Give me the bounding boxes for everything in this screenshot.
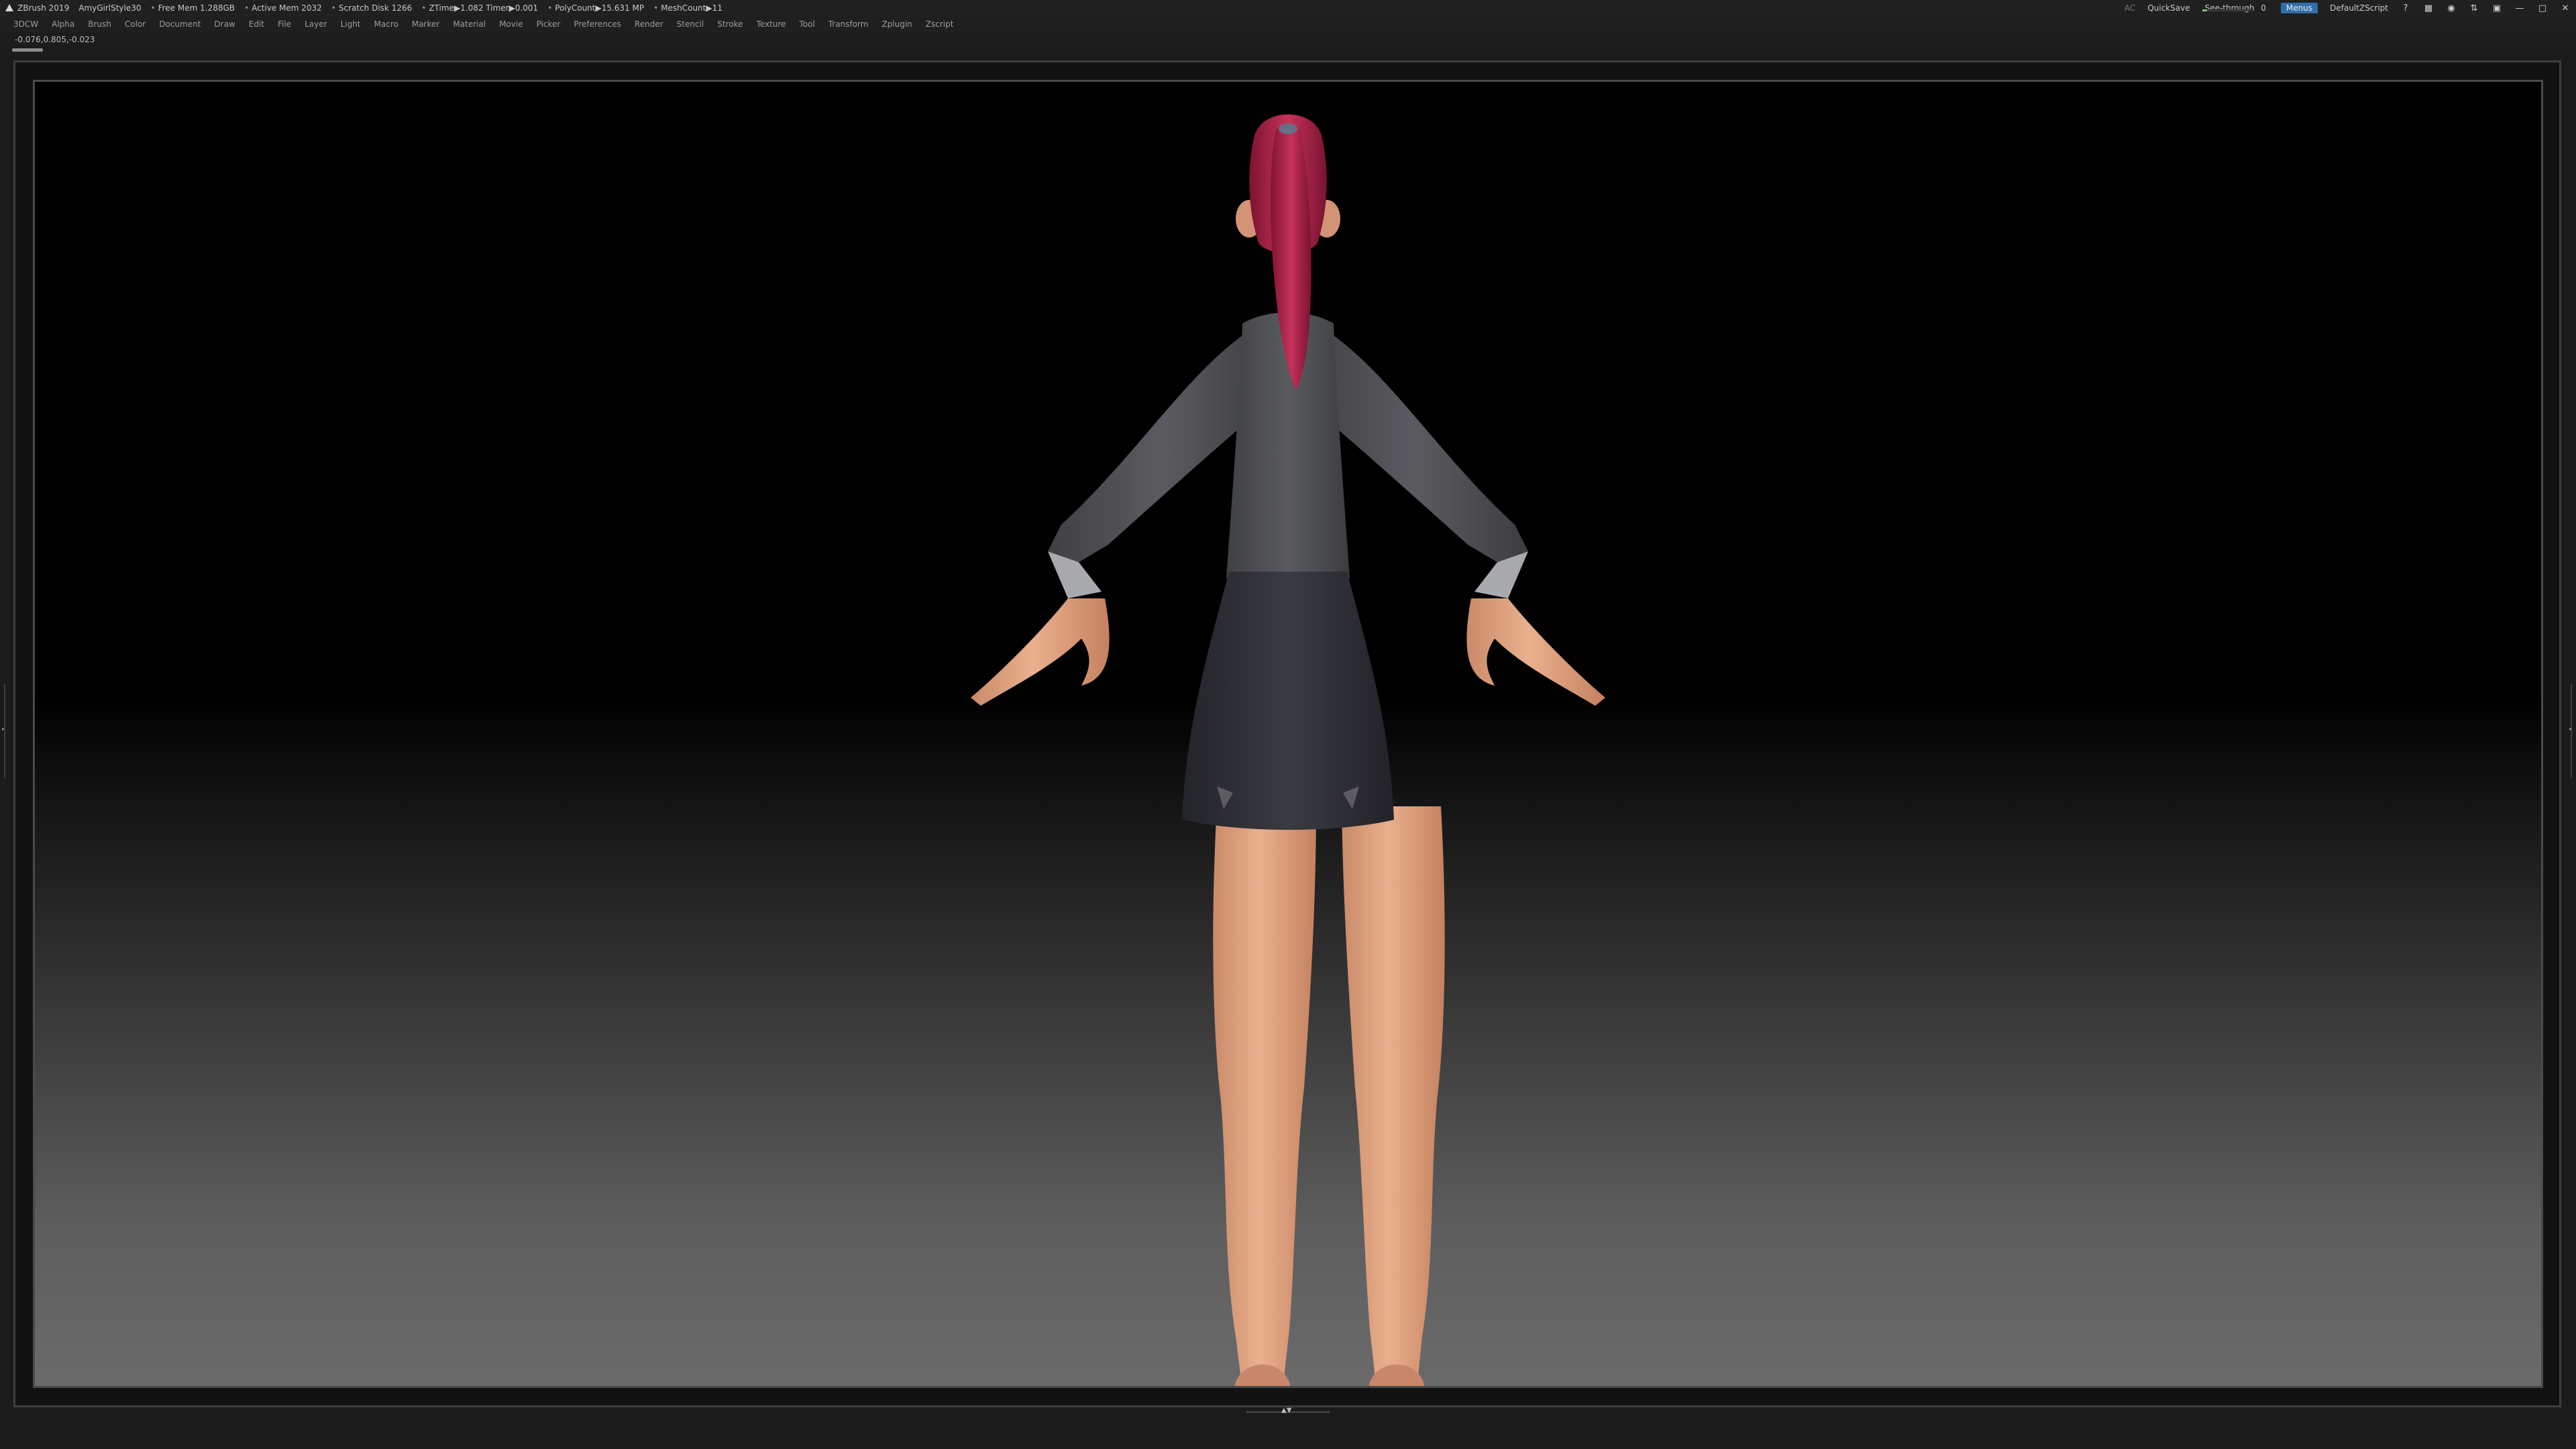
left-hand <box>971 598 1110 706</box>
stat-ztime: ZTime▶1.082 Timer▶0.001 <box>421 3 538 13</box>
menu-item-material[interactable]: Material <box>453 19 486 29</box>
stat-polycount: PolyCount▶15.631 MP <box>547 3 644 13</box>
stat-meshcount: MeshCount▶11 <box>653 3 722 13</box>
menu-item-file[interactable]: File <box>278 19 291 29</box>
expand-bottom-icon: ▲▼ <box>1281 1407 1292 1414</box>
close-icon[interactable]: ✕ <box>2560 3 2571 13</box>
menu-item-picker[interactable]: Picker <box>537 19 561 29</box>
quicksave-button[interactable]: QuickSave <box>2147 3 2190 13</box>
left-leg <box>1213 806 1316 1386</box>
maximize-icon[interactable]: □ <box>2537 3 2548 13</box>
see-through-track <box>2202 9 2251 11</box>
tray-collapse-handle[interactable] <box>12 48 43 52</box>
document-name: AmyGirlStyle30 <box>78 3 142 13</box>
menu-item-tool[interactable]: Tool <box>799 19 814 29</box>
palette-icon[interactable]: ◉ <box>2446 3 2457 13</box>
right-hand <box>1466 598 1605 706</box>
app-title: ZBrush 2019 <box>17 3 70 13</box>
menu-item-layer[interactable]: Layer <box>305 19 327 29</box>
menu-item-alpha[interactable]: Alpha <box>52 19 74 29</box>
menu-item-macro[interactable]: Macro <box>374 19 398 29</box>
menu-item-zplugin[interactable]: Zplugin <box>881 19 912 29</box>
expand-left-icon: ▸ <box>2 726 5 732</box>
titlebar-right-controls: AC QuickSave See-through 0 Menus Default… <box>2125 0 2571 16</box>
menu-item-transform[interactable]: Transform <box>828 19 869 29</box>
menu-item-edit[interactable]: Edit <box>249 19 264 29</box>
stat-free-mem: Free Mem 1.288GB <box>151 3 235 13</box>
hair-tie <box>1279 123 1297 134</box>
coordinate-bar: -0.076,0.805,-0.023 <box>0 32 2576 52</box>
menu-item-preferences[interactable]: Preferences <box>574 19 621 29</box>
menu-item-texture[interactable]: Texture <box>756 19 786 29</box>
cursor-coordinates: -0.076,0.805,-0.023 <box>15 35 95 44</box>
ac-label[interactable]: AC <box>2125 3 2135 13</box>
right-tray-handle[interactable]: ◂ <box>2569 684 2573 778</box>
default-zscript-button[interactable]: DefaultZScript <box>2330 3 2388 13</box>
see-through-fill <box>2202 9 2207 11</box>
lock-icon[interactable]: ▣ <box>2491 3 2502 13</box>
menu-item-render[interactable]: Render <box>635 19 663 29</box>
layout-icon[interactable]: ▦ <box>2423 3 2434 13</box>
menu-item-stencil[interactable]: Stencil <box>677 19 704 29</box>
bottom-tray <box>0 1417 2576 1449</box>
zbrush-logo-icon <box>4 3 13 13</box>
menus-toggle-button[interactable]: Menus <box>2280 3 2318 13</box>
menu-item-zscript[interactable]: Zscript <box>926 19 954 29</box>
scroll-icon[interactable]: ⇅ <box>2469 3 2479 13</box>
help-icon[interactable]: ? <box>2400 3 2411 13</box>
character-model[interactable] <box>35 82 2541 1386</box>
left-tray-handle[interactable]: ▸ <box>2 684 7 778</box>
stat-active-mem: Active Mem 2032 <box>244 3 322 13</box>
menu-item-color[interactable]: Color <box>125 19 146 29</box>
menu-item-document[interactable]: Document <box>159 19 201 29</box>
menu-item-stroke[interactable]: Stroke <box>717 19 743 29</box>
title-bar: ZBrush 2019 AmyGirlStyle30 Free Mem 1.28… <box>0 0 2576 16</box>
right-leg <box>1342 806 1445 1386</box>
menu-item-brush[interactable]: Brush <box>88 19 111 29</box>
menu-item-3dcw[interactable]: 3DCW <box>13 19 38 29</box>
see-through-value: 0 <box>2261 3 2266 13</box>
document-canvas[interactable] <box>33 80 2543 1388</box>
menu-item-movie[interactable]: Movie <box>499 19 523 29</box>
menu-bar: 3DCW Alpha Brush Color Document Draw Edi… <box>0 16 2576 32</box>
bottom-tray-handle[interactable]: ▲▼ <box>1246 1407 1330 1414</box>
menu-item-light[interactable]: Light <box>341 19 361 29</box>
skirt <box>1182 572 1394 830</box>
menu-item-draw[interactable]: Draw <box>214 19 235 29</box>
menu-item-marker[interactable]: Marker <box>412 19 439 29</box>
stat-scratch-disk: Scratch Disk 1266 <box>331 3 412 13</box>
expand-right-icon: ◂ <box>2569 726 2572 732</box>
minimize-icon[interactable]: — <box>2514 3 2525 13</box>
see-through-slider[interactable]: See-through 0 <box>2202 3 2269 13</box>
